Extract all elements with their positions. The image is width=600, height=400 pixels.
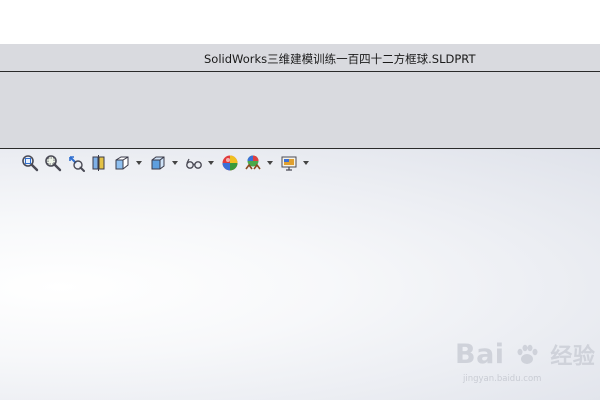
hide-show-items-icon[interactable]: [184, 153, 204, 173]
section-view-icon[interactable]: [89, 153, 109, 173]
view-settings-icon[interactable]: [279, 153, 299, 173]
previous-view-icon[interactable]: [66, 153, 86, 173]
paw-logo-icon: [514, 342, 540, 368]
apply-scene-icon[interactable]: [243, 153, 263, 173]
zoom-to-fit-icon[interactable]: [20, 153, 40, 173]
top-blank-area: [0, 0, 600, 44]
display-style-icon[interactable]: [148, 153, 168, 173]
apply-scene-dropdown[interactable]: [266, 153, 274, 173]
view-settings-dropdown[interactable]: [302, 153, 310, 173]
view-orientation-dropdown[interactable]: [135, 153, 143, 173]
view-orientation-icon[interactable]: [112, 153, 132, 173]
window-titlebar[interactable]: SolidWorks三维建模训练一百四十二方框球.SLDPRT: [0, 44, 600, 72]
watermark-brand-part2: 经验: [550, 344, 596, 370]
watermark-brand: Bai 经验: [455, 338, 595, 371]
edit-appearance-icon[interactable]: [220, 153, 240, 173]
watermark-url: jingyan.baidu.com: [463, 374, 542, 384]
window-title: SolidWorks三维建模训练一百四十二方框球.SLDPRT: [204, 52, 476, 66]
watermark-brand-part1: Bai: [455, 339, 505, 370]
zoom-to-area-icon[interactable]: [43, 153, 63, 173]
command-manager-ribbon: [0, 72, 600, 149]
heads-up-view-toolbar: [20, 152, 312, 174]
hide-show-items-dropdown[interactable]: [207, 153, 215, 173]
baidu-jingyan-watermark: Bai 经验 jingyan.baidu.com: [455, 338, 595, 384]
display-style-dropdown[interactable]: [171, 153, 179, 173]
